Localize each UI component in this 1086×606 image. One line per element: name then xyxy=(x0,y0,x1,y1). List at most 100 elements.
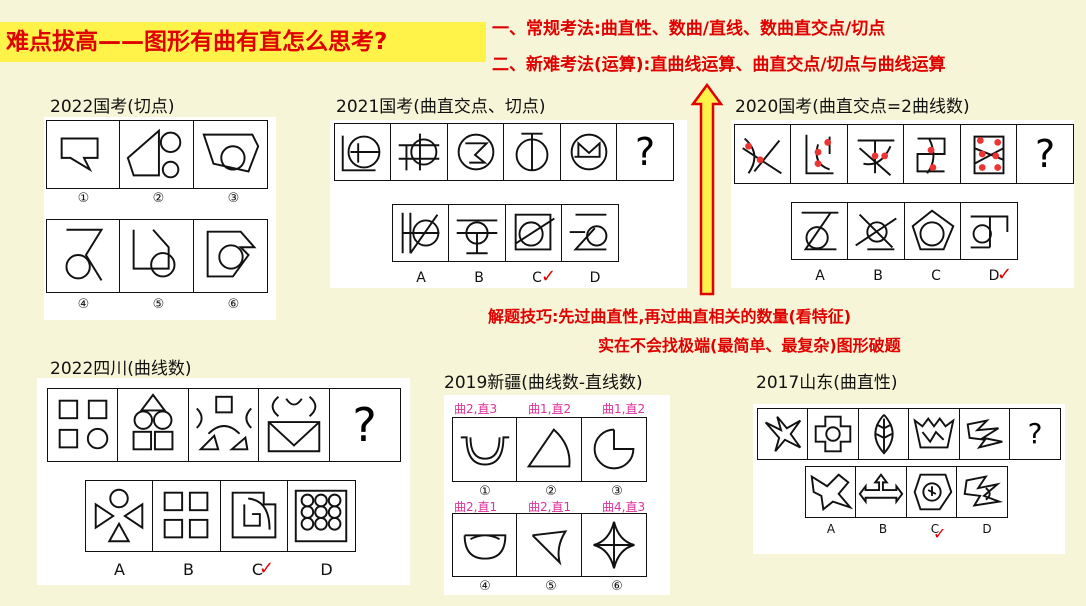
question-mark: ? xyxy=(1034,132,1056,176)
question-figure-1 xyxy=(334,123,392,181)
answer-label-c: C xyxy=(251,560,264,579)
answer-label-d: D xyxy=(982,522,992,536)
answer-check-icon: ✓ xyxy=(997,264,1013,285)
option-label-6: ⑥ xyxy=(227,297,240,312)
question-figure-3 xyxy=(857,408,910,460)
answer-figure-c xyxy=(504,204,563,262)
answer-label-b: B xyxy=(878,522,888,536)
answer-label-d: D xyxy=(988,268,1000,284)
figure-option-6 xyxy=(192,219,268,293)
section-label-guokao2021: 2021国考(曲直交点、切点) xyxy=(336,97,546,117)
section-label-sichuan2022: 2022四川(曲线数) xyxy=(50,359,192,379)
method-line-2-suffix: 运算 xyxy=(911,55,946,75)
option-label-3: ③ xyxy=(611,484,623,499)
answer-label-a: A xyxy=(114,560,125,579)
question-figure-1 xyxy=(734,124,792,184)
figure-option-4 xyxy=(46,219,121,293)
question-figure-4 xyxy=(503,123,562,181)
answer-label-d: D xyxy=(320,560,333,579)
figure-option-2 xyxy=(119,120,195,189)
method-line-2-curve-2: 曲线 xyxy=(877,55,912,75)
answer-label-b: B xyxy=(873,268,883,284)
option-label-1: ① xyxy=(77,191,90,206)
method-line-2-prefix: 二、新难考法(运算):直 xyxy=(492,55,668,75)
section-label-guokao2022: 2022国考(切点) xyxy=(50,97,175,117)
answer-figure-a xyxy=(805,466,857,518)
option-label-2: ② xyxy=(152,191,165,206)
answer-check-icon: ✓ xyxy=(933,524,947,543)
answer-figure-d xyxy=(960,202,1019,260)
answer-figure-d xyxy=(956,466,1009,518)
answer-figure-d xyxy=(561,204,620,262)
answer-figure-c xyxy=(903,202,962,260)
option-label-5: ⑤ xyxy=(545,579,557,594)
section-label-guokao2020: 2020国考(曲直交点=2曲线数) xyxy=(735,97,970,117)
question-mark-cell: ? xyxy=(616,123,675,181)
figure-option-5 xyxy=(119,219,195,293)
question-figure-5 xyxy=(958,408,1011,460)
answer-figure-a xyxy=(85,480,154,552)
option-label-4: ④ xyxy=(77,297,90,312)
question-figure-2 xyxy=(807,408,860,460)
question-mark-cell: ? xyxy=(328,388,401,462)
answer-label-d: D xyxy=(589,270,601,286)
question-mark-cell: ? xyxy=(1016,124,1075,184)
method-line-1: 一、常规考法:曲直性、数曲/直线、数曲直交点/切点 xyxy=(492,19,886,39)
answer-label-c: C xyxy=(931,268,941,284)
question-figure-5 xyxy=(959,124,1018,184)
up-arrow-icon xyxy=(690,82,724,296)
question-mark: ? xyxy=(1027,417,1043,450)
answer-label-b: B xyxy=(183,560,194,579)
question-mark: ? xyxy=(634,130,656,174)
question-figure-4 xyxy=(903,124,962,184)
question-figure-2 xyxy=(390,123,449,181)
count-note-1: 曲2,直3 xyxy=(454,402,498,416)
question-figure-4 xyxy=(908,408,961,460)
panel-guokao2021: ? A B C D ✓ xyxy=(330,120,687,288)
option-label-4: ④ xyxy=(479,579,491,594)
figure-option-1 xyxy=(452,417,518,482)
answer-figure-b xyxy=(448,204,507,262)
answer-figure-d xyxy=(287,480,357,552)
figure-option-3 xyxy=(580,417,647,482)
question-figure-4 xyxy=(258,388,331,462)
method-line-2: 二、新难考法(运算):直曲线运算、曲直交点/切点与曲线运算 xyxy=(492,50,946,75)
answer-label-a: A xyxy=(826,522,836,536)
question-figure-3 xyxy=(187,388,260,462)
section-label-shandong2017: 2017山东(曲直性) xyxy=(756,373,898,393)
method-line-2-mid: 运算、曲直交点/切点与 xyxy=(701,55,878,75)
count-note-2: 曲1,直2 xyxy=(528,402,572,416)
answer-label-c: C xyxy=(532,270,542,286)
answer-label-b: B xyxy=(474,270,484,286)
panel-guokao2022: ① ② ③ ④ ⑤ ⑥ xyxy=(44,117,276,320)
option-label-2: ② xyxy=(545,484,557,499)
answer-check-icon: ✓ xyxy=(259,558,275,579)
panel-shandong2017: ? A B C D ✓ xyxy=(753,404,1065,554)
answer-figure-c xyxy=(219,480,289,552)
page-title: 难点拔高——图形有曲有直怎么思考? xyxy=(0,22,486,62)
option-label-3: ③ xyxy=(227,191,240,206)
count-note-3: 曲1,直2 xyxy=(602,402,646,416)
question-figure-5 xyxy=(559,123,618,181)
option-label-1: ① xyxy=(479,484,491,499)
figure-option-2 xyxy=(516,417,583,482)
option-label-6: ⑥ xyxy=(611,579,623,594)
answer-check-icon: ✓ xyxy=(541,266,557,287)
panel-sichuan2022: ? A B C D ✓ xyxy=(37,378,410,585)
answer-label-a: A xyxy=(815,268,825,284)
figure-option-1 xyxy=(46,120,121,189)
answer-label-a: A xyxy=(416,270,426,286)
tip-line-2: 实在不会找极端(最简单、最复杂)图形破题 xyxy=(598,336,901,355)
tip-line-1: 解题技巧:先过曲直性,再过曲直相关的数量(看特征) xyxy=(488,307,852,326)
section-label-xinjiang2019: 2019新疆(曲线数-直线数) xyxy=(444,373,643,393)
figure-option-4 xyxy=(452,513,518,577)
answer-figure-b xyxy=(855,466,908,518)
question-mark: ? xyxy=(352,398,377,452)
answer-figure-a xyxy=(791,202,849,260)
answer-figure-b xyxy=(152,480,222,552)
question-figure-2 xyxy=(117,388,190,462)
question-mark-cell: ? xyxy=(1009,408,1062,460)
question-figure-3 xyxy=(446,123,505,181)
panel-guokao2020: ? A B C D ✓ xyxy=(731,120,1075,288)
question-figure-1 xyxy=(757,408,809,460)
